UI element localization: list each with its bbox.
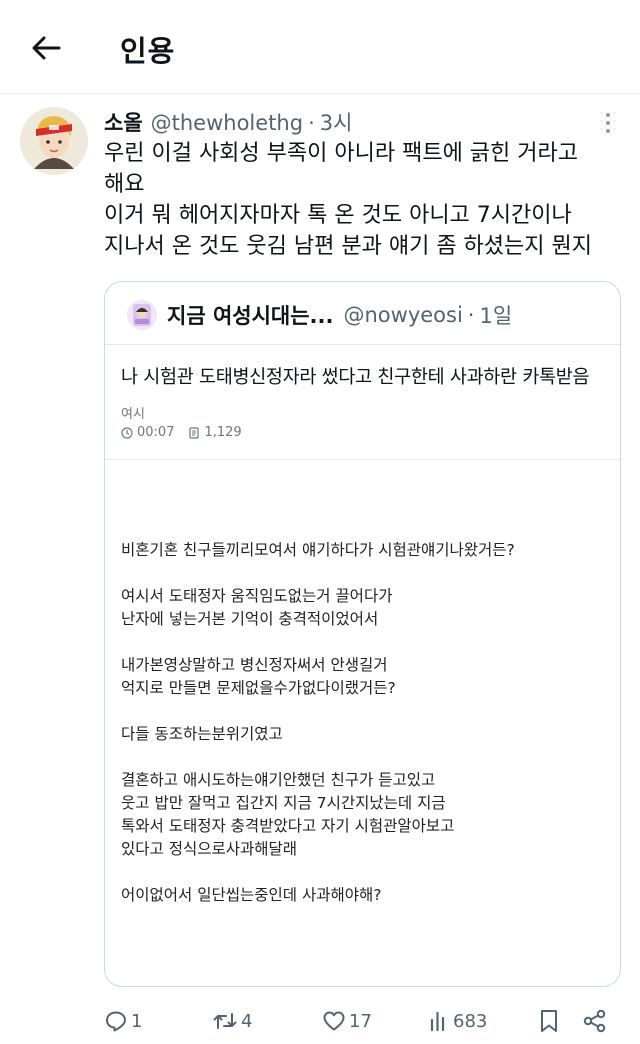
post-views: 1,129 xyxy=(204,425,242,440)
post-time-stat: 00:07 xyxy=(121,425,174,440)
post-body-gap xyxy=(121,861,611,884)
like-count: 17 xyxy=(349,1010,372,1032)
post-body-line: 웃고 밥만 잘먹고 집간지 지금 7시간지났는데 지금 xyxy=(121,794,446,812)
post-stats: 00:07 1,129 xyxy=(121,425,256,440)
top-bar: 인용 xyxy=(0,0,640,94)
post-views-stat: 1,129 xyxy=(188,425,242,440)
quoted-handle: @nowyeosi xyxy=(343,303,463,327)
views-button[interactable]: 683 xyxy=(428,1001,487,1041)
post-body-gap xyxy=(121,562,611,585)
share-icon xyxy=(583,1009,606,1033)
post-body-line: 여시서 도태정자 움직임도없는거 끌어다가 xyxy=(121,587,393,605)
post-title: 나 시험관 도태병신정자라 썼다고 친구한테 사과하란 카톡받음 xyxy=(121,367,590,388)
share-button[interactable] xyxy=(582,1001,611,1041)
quoted-display-name: 지금 여성시대는... xyxy=(167,304,334,328)
more-dot-icon xyxy=(606,113,610,117)
post-body-line: 내가본영상말하고 병신정자써서 안생길거 xyxy=(121,656,388,674)
analytics-icon xyxy=(430,1011,445,1032)
post-body-gap xyxy=(121,700,611,723)
tweet-text: 우린 이걸 사회성 부족이 아니라 팩트에 긁힌 거라고 해요 이거 뭐 헤어지… xyxy=(104,138,624,262)
back-button[interactable] xyxy=(26,28,66,68)
tweet-text-line: 지나서 온 것도 웃김 남편 분과 얘기 좀 하셨는지 뭔지 xyxy=(104,234,592,259)
more-dot-icon xyxy=(606,129,610,133)
tweet-text-line: 해요 xyxy=(104,172,145,197)
separator-dot: · xyxy=(308,111,315,135)
tweet-text-line: 이거 뭐 헤어지자마자 톡 온 것도 아니고 7시간이나 xyxy=(104,203,572,228)
post-body-line: 톡와서 도태정자 충격받았다고 자기 시험관알아보고 xyxy=(121,817,455,835)
more-dot-icon xyxy=(606,121,610,125)
post-body-line: 다들 동조하는분위기였고 xyxy=(121,725,283,743)
user-handle[interactable]: @thewholethg xyxy=(151,111,303,135)
clock-icon xyxy=(121,426,133,439)
tweet-meta: 소올 @thewholethg · 3시 xyxy=(104,107,352,137)
reply-icon xyxy=(106,1011,126,1032)
like-button[interactable]: 17 xyxy=(322,1001,372,1041)
quoted-image: 나 시험관 도태병신정자라 썼다고 친구한테 사과하란 카톡받음 여시 00:0… xyxy=(105,344,620,986)
post-body-gap xyxy=(121,631,611,654)
retweet-button[interactable]: 4 xyxy=(212,1001,252,1041)
display-name[interactable]: 소올 xyxy=(104,107,143,137)
heart-icon xyxy=(323,1011,345,1031)
tweet-time[interactable]: 3시 xyxy=(320,107,353,137)
post-board: 여시 xyxy=(121,407,145,422)
separator-dot: · xyxy=(467,303,475,327)
divider xyxy=(105,459,620,460)
page-title: 인용 xyxy=(120,34,176,68)
retweet-icon xyxy=(213,1013,237,1029)
tweet-text-line: 우린 이걸 사회성 부족이 아니라 팩트에 긁힌 거라고 xyxy=(104,141,578,166)
post-body-line: 난자에 넣는거본 기억이 충격적이었어서 xyxy=(121,610,379,628)
more-options-button[interactable] xyxy=(596,111,620,135)
post-body-line: 결혼하고 애시도하는얘기안했던 친구가 듣고있고 xyxy=(121,771,436,789)
quoted-avatar xyxy=(127,300,157,330)
post-body: 비혼기혼 친구들끼리모여서 얘기하다가 시험관얘기나왔거든? 여시서 도태정자 … xyxy=(121,539,611,907)
quoted-tweet[interactable]: 지금 여성시대는... @nowyeosi · 1일 나 시험관 도태병신정자라… xyxy=(104,281,621,987)
post-body-line: 어이없어서 일단씹는중인데 사과해야해? xyxy=(121,886,382,904)
post-body-gap xyxy=(121,746,611,769)
bookmark-button[interactable] xyxy=(538,1001,563,1041)
avatar[interactable] xyxy=(20,107,88,175)
quoted-time: 1일 xyxy=(479,304,513,328)
avatar-illustration-icon xyxy=(20,107,88,175)
view-count: 683 xyxy=(453,1010,488,1032)
reply-count: 1 xyxy=(131,1010,143,1032)
post-body-line: 비혼기혼 친구들끼리모여서 얘기하다가 시험관얘기나왔거든? xyxy=(121,541,515,559)
post-body-line: 억지로 만들면 문제없을수가없다이랬거든? xyxy=(121,679,396,697)
arrow-left-icon xyxy=(32,36,61,60)
retweet-count: 4 xyxy=(241,1010,253,1032)
quoted-tweet-header: 지금 여성시대는... @nowyeosi · 1일 xyxy=(127,300,512,330)
quoted-avatar-icon xyxy=(133,304,151,326)
document-icon xyxy=(189,426,200,439)
bookmark-icon xyxy=(541,1010,557,1032)
tweet: 소올 @thewholethg · 3시 우린 이걸 사회성 부족이 아니라 팩… xyxy=(0,95,640,1044)
post-time: 00:07 xyxy=(137,425,175,440)
reply-button[interactable]: 1 xyxy=(104,1001,142,1041)
post-body-line: 있다고 정식으로사과해달래 xyxy=(121,840,298,858)
action-bar: 1 4 17 683 xyxy=(0,1001,640,1041)
